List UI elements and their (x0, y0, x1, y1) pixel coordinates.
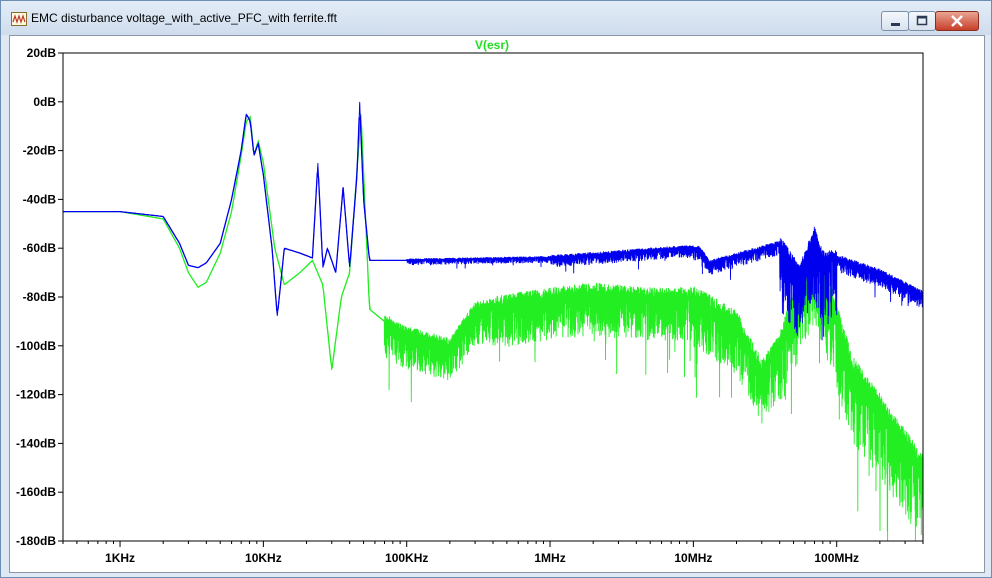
traces (63, 101, 924, 542)
y-tick-label: -60dB (23, 241, 57, 255)
x-tick-label: 100KHz (385, 551, 428, 565)
y-tick-label: -80dB (23, 290, 57, 304)
close-button[interactable] (935, 11, 979, 31)
trace-series-1 (63, 114, 924, 542)
plot-pane[interactable]: V(esr) 20dB 0dB -20dB -40dB -60dB -80dB -100dB… (9, 35, 985, 573)
x-tick-label: 1KHz (105, 551, 135, 565)
x-tick-label: 10KHz (245, 551, 282, 565)
app-window: EMC disturbance voltage_with_active_PFC_… (0, 0, 992, 578)
trace-label[interactable]: V(esr) (475, 38, 509, 52)
title-bar[interactable]: EMC disturbance voltage_with_active_PFC_… (1, 1, 991, 35)
fft-plot[interactable]: V(esr) 20dB 0dB -20dB -40dB -60dB -80dB -100dB… (10, 36, 984, 572)
minimize-button[interactable] (881, 11, 909, 31)
window-title: EMC disturbance voltage_with_active_PFC_… (31, 11, 337, 25)
y-tick-label: 0dB (33, 95, 56, 109)
y-tick-label: -20dB (23, 144, 57, 158)
y-tick-label: -100dB (16, 339, 56, 353)
y-tick-label: -120dB (16, 388, 56, 402)
x-tick-label: 10MHz (674, 551, 712, 565)
y-tick-label: -180dB (16, 534, 56, 548)
y-tick-label: -140dB (16, 436, 56, 450)
close-icon (951, 15, 963, 27)
waveform-icon (11, 12, 27, 26)
maximize-icon (916, 15, 928, 26)
minimize-icon (891, 23, 900, 26)
y-tick-label: -160dB (16, 485, 56, 499)
trace-line (63, 114, 924, 542)
x-tick-label: 100MHz (814, 551, 859, 565)
y-tick-label: 20dB (27, 46, 57, 60)
x-tick-label: 1MHz (534, 551, 565, 565)
y-tick-label: -40dB (23, 192, 57, 206)
maximize-button[interactable] (908, 11, 936, 31)
